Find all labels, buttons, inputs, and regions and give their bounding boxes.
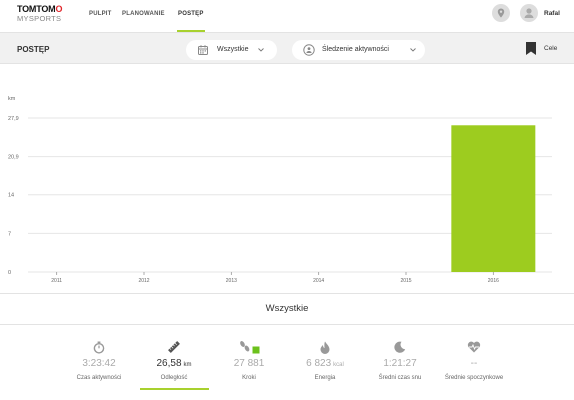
activity-tracking-icon [303, 44, 315, 56]
nav-item-planowanie[interactable]: PLANOWANIE [122, 11, 165, 17]
stat-value: 3:23:42 [82, 358, 116, 369]
stat-value: 1:21:27 [383, 358, 417, 369]
activity-dropdown[interactable]: Śledzenie aktywności [292, 40, 425, 60]
chevron-down-icon [258, 48, 264, 52]
bar [451, 125, 536, 272]
y-tick-label: 7 [8, 231, 11, 237]
goals-label: Cele [544, 45, 558, 52]
calendar-icon [198, 45, 208, 55]
goals-button[interactable]: Cele [526, 42, 557, 60]
period-dropdown[interactable]: Wszystkie [186, 40, 277, 60]
location-button[interactable] [492, 4, 510, 22]
y-tick-label: 14 [8, 193, 14, 199]
stat-unit: km [183, 362, 192, 368]
logo-text-accent: O [55, 4, 63, 14]
stat-label: Odległość [160, 375, 188, 381]
stat-unit: kcal [333, 362, 344, 368]
stat-label: Czas aktywności [76, 375, 122, 381]
y-tick-label: 0 [8, 270, 11, 276]
chevron-down-icon [410, 48, 416, 52]
stat-steps[interactable]: 27 881 Kroki [209, 340, 289, 383]
heart-rate-icon [467, 341, 481, 353]
moon-icon [394, 341, 406, 353]
steps-icon [240, 341, 260, 354]
stat-energy[interactable]: 6 823 kcal Energia [285, 340, 365, 383]
top-bar: TOMTOMO MYSPORTS PULPIT PLANOWANIE POSTĘ… [0, 0, 574, 32]
stat-value: 27 881 [233, 358, 265, 369]
progress-bar-chart: km 0 7 14 20,9 27,9 2011 2012 2013 2014 2015 2016 [8, 96, 552, 284]
divider [0, 293, 574, 294]
x-tick-label: 2014 [313, 278, 324, 284]
tomtom-mysports-logo[interactable]: TOMTOMO MYSPORTS [17, 5, 62, 23]
stat-value: 6 823 [306, 358, 332, 369]
x-tick-label: 2013 [226, 278, 237, 284]
stat-active-indicator [140, 388, 209, 390]
bookmark-icon [526, 42, 536, 55]
y-axis-unit-label: km [8, 96, 16, 102]
sub-bar: POSTĘP Wszystkie Śledzenie aktywności Ce… [0, 32, 574, 64]
divider [0, 324, 574, 325]
stat-label: Energia [314, 375, 336, 381]
stat-value: 26,58 [156, 358, 182, 369]
stat-resting-heart-rate[interactable]: -- Średnie spoczynkowe [434, 340, 514, 383]
x-tick-label: 2012 [138, 278, 149, 284]
nav-item-pulpit[interactable]: PULPIT [89, 11, 112, 17]
stat-label: Kroki [242, 375, 256, 381]
logo-text-main: TOMTOM [17, 4, 56, 14]
y-tick-label: 20,9 [8, 155, 19, 161]
stat-sleep[interactable]: 1:21:27 Średni czas snu [360, 340, 440, 383]
summary-title: Wszystkie [265, 303, 309, 314]
logo-text-sub: MYSPORTS [17, 14, 62, 23]
nav-item-postep[interactable]: POSTĘP [178, 11, 204, 17]
stat-active-time[interactable]: 3:23:42 Czas aktywności [59, 340, 139, 383]
stat-label: Średnie spoczynkowe [444, 375, 504, 381]
stat-value: -- [470, 358, 478, 369]
x-tick-label: 2011 [51, 278, 62, 284]
activity-dropdown-value: Śledzenie aktywności [322, 46, 389, 53]
stat-label: Średni czas snu [378, 375, 422, 381]
x-tick-label: 2016 [488, 278, 499, 284]
user-avatar[interactable] [520, 4, 538, 22]
y-tick-label: 27,9 [8, 116, 19, 122]
progress-chart: km 0 7 14 20,9 27,9 2011 2012 2013 2014 2015 2016 [0, 64, 574, 294]
stat-distance[interactable]: 26,58 km Odległość [134, 340, 214, 383]
page-title: POSTĘP [17, 45, 50, 54]
location-pin-icon [497, 8, 505, 18]
user-name[interactable]: Rafal [544, 10, 560, 17]
stopwatch-icon [93, 341, 105, 354]
ruler-icon [168, 341, 180, 353]
flame-icon [320, 341, 330, 354]
x-tick-label: 2015 [400, 278, 411, 284]
user-avatar-icon [524, 8, 534, 18]
period-dropdown-value: Wszystkie [217, 46, 249, 53]
